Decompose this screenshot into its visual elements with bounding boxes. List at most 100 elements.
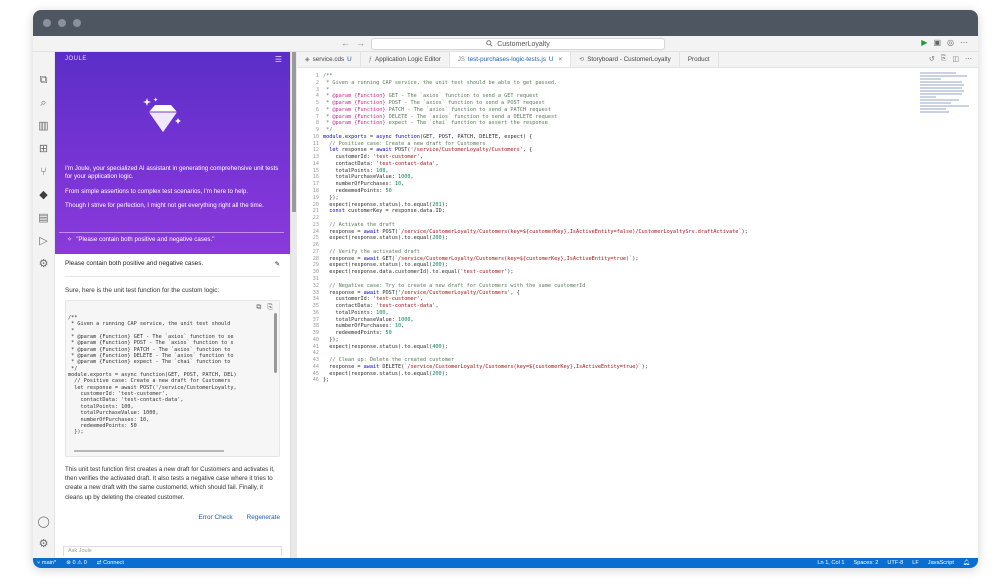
status-bar: ⑂ main* ⊗ 0 ⚠ 0 ⇄ Connect Ln 1, Col 1 Sp… (33, 558, 978, 568)
line-number: 43 (312, 357, 319, 364)
tab-label: service.cds (312, 56, 345, 63)
problems-indicator[interactable]: ⊗ 0 ⚠ 0 (66, 560, 87, 566)
indentation[interactable]: Spaces: 2 (853, 560, 878, 566)
sparkle-icon: ✧ (67, 236, 73, 243)
command-center[interactable]: CustomerLoyalty (371, 38, 665, 50)
more-icon[interactable]: ⋯ (960, 38, 968, 47)
more-actions-icon[interactable]: ⋯ (965, 55, 972, 63)
layout-icon[interactable]: ▣ (933, 38, 941, 47)
line-number: 1 (315, 73, 319, 79)
run-icon[interactable]: ▶ (921, 38, 927, 47)
line-number: 5 (315, 100, 319, 107)
close-icon[interactable]: × (558, 56, 562, 63)
joule-scrollbar[interactable] (292, 52, 296, 212)
line-number: 14 (312, 160, 319, 167)
logic-editor-icon: ƒ (368, 56, 373, 63)
split-editor-icon[interactable]: ◫ (952, 55, 959, 63)
settings-icon[interactable]: ⚙ (38, 538, 50, 550)
maximize-window-dot[interactable] (73, 19, 81, 27)
open-changes-icon[interactable]: ⎘ (941, 55, 947, 63)
line-number: 4 (315, 93, 319, 100)
minimap[interactable] (920, 72, 972, 132)
go-back-icon[interactable]: ↺ (929, 55, 935, 63)
close-window-dot[interactable] (43, 19, 51, 27)
code-line: // Positive case: Create a new draft for… (323, 140, 486, 147)
joule-icon[interactable]: ◆ (38, 189, 50, 201)
regenerate-button[interactable]: Regenerate (247, 514, 280, 521)
run-debug-icon[interactable]: ▷ (38, 235, 50, 247)
line-number: 17 (312, 181, 319, 188)
template-icon[interactable]: ⊞ (38, 143, 50, 155)
notifications-icon[interactable]: 🔔︎ (963, 560, 970, 566)
error-check-button[interactable]: Error Check (199, 514, 233, 521)
workbench: ⧉ ⌕ ▥ ⊞ ⑂ ◆ ▤ ▷ ⚙ ◯ ⚙ JOULE ☰ I'm Joule,… (33, 52, 978, 558)
account-icon[interactable]: ◯ (38, 516, 50, 528)
code-line: response = await POST(`/service/Customer… (323, 228, 748, 235)
code-content[interactable]: /** * Given a running CAP service, the u… (323, 73, 748, 384)
line-number: 40 (312, 336, 319, 343)
ask-joule-input[interactable]: Ask Joule (63, 546, 282, 556)
extensions-icon[interactable]: ⚙ (38, 258, 50, 270)
code-line: * @param {Function} POST - The `axios` f… (323, 100, 545, 107)
joule-intro-line: Though I strive for perfection, I might … (65, 202, 264, 210)
tab-service-cds[interactable]: ◈ service.cds U (297, 52, 361, 67)
back-arrow-icon[interactable]: ← (341, 38, 356, 48)
editor-group: ◈ service.cds Uƒ Application Logic Editor JS… (297, 52, 978, 558)
code-block-scrollbar[interactable] (274, 313, 277, 373)
tab-product[interactable]: Product (680, 52, 719, 67)
user-message: Please contain both positive and negativ… (65, 260, 280, 277)
joule-chat: Please contain both positive and negativ… (55, 254, 290, 558)
app-window: ←→ CustomerLoyalty ▶ ▣ ◎ ⋯ ⧉ ⌕ ▥ ⊞ ⑂ ◆ ▤… (33, 10, 978, 568)
edit-pencil-icon[interactable]: ✎ (275, 260, 280, 268)
code-line: response = await POST('/service/Customer… (323, 289, 520, 296)
explorer-icon[interactable]: ⧉ (38, 74, 50, 86)
line-number: 12 (312, 147, 319, 154)
joule-intro-line: From simple assertions to complex test s… (65, 187, 249, 195)
code-editor[interactable]: 1 2 3 4 5 6 7 8 9 10 11 12 13 14 15 16 17 18 19 20 21 22 23 24 2… (297, 68, 978, 558)
line-number: 15 (312, 167, 319, 174)
line-number: 44 (312, 363, 319, 370)
forward-arrow-icon[interactable]: → (356, 38, 371, 48)
tab-storyboard-customerloyalty[interactable]: ⟲ Storyboard - CustomerLoyalty (571, 52, 680, 67)
tab-test-purchases-logic-tests-js[interactable]: JS test-purchases-logic-tests.js U × (449, 52, 572, 67)
code-line: const customerKey = response.data.ID; (329, 208, 445, 215)
code-line: expect(response.status).to.equal(200); (323, 370, 448, 377)
suggested-prompt-label: "Please contain both positive and negati… (76, 236, 215, 243)
minimize-window-dot[interactable] (58, 19, 66, 27)
code-line: // Negative case: Try to create a new dr… (323, 282, 586, 289)
account-icon[interactable]: ◎ (947, 38, 954, 47)
suggested-prompt[interactable]: ✧ "Please contain both positive and nega… (59, 232, 284, 246)
connect-indicator[interactable]: ⇄ Connect (97, 560, 124, 566)
line-number: 18 (312, 188, 319, 195)
storyboard-icon[interactable]: ▤ (38, 212, 50, 224)
line-number: 20 (312, 201, 319, 208)
insert-file-icon[interactable]: ⎘ (267, 304, 273, 312)
end-of-line[interactable]: LF (912, 560, 919, 566)
search-icon[interactable]: ⌕ (38, 97, 50, 109)
branch-indicator[interactable]: ⑂ main* (37, 560, 56, 566)
code-block-hscrollbar[interactable] (74, 450, 224, 452)
code-line: */ (323, 127, 333, 134)
line-numbers: 1 2 3 4 5 6 7 8 9 10 11 12 13 14 15 16 17 18 19 20 21 22 23 24 2… (297, 73, 319, 384)
js-file-icon: JS (457, 56, 465, 63)
cursor-position[interactable]: Ln 1, Col 1 (817, 560, 844, 566)
library-icon[interactable]: ▥ (38, 120, 50, 132)
encoding[interactable]: UTF-8 (887, 560, 903, 566)
code-line: totalPurchaseValue: 1000, (323, 174, 414, 181)
copy-icon[interactable]: ⧉ (256, 304, 261, 312)
git-icon[interactable]: ⑂ (38, 166, 50, 178)
line-number: 41 (312, 343, 319, 350)
line-number: 38 (312, 323, 319, 330)
tab-application-logic-editor[interactable]: ƒ Application Logic Editor (361, 52, 450, 67)
connect-label: Connect (103, 560, 124, 566)
menu-icon[interactable]: ☰ (275, 55, 282, 64)
line-number: 31 (312, 275, 319, 282)
language-mode[interactable]: JavaScript (928, 560, 954, 566)
code-block-tools: ⧉ ⎘ (256, 304, 273, 312)
line-number: 21 (312, 208, 319, 215)
code-line: module.exports = async function(GET, POS… (323, 133, 533, 140)
line-number: 37 (312, 316, 319, 323)
code-line: }); (323, 194, 339, 201)
